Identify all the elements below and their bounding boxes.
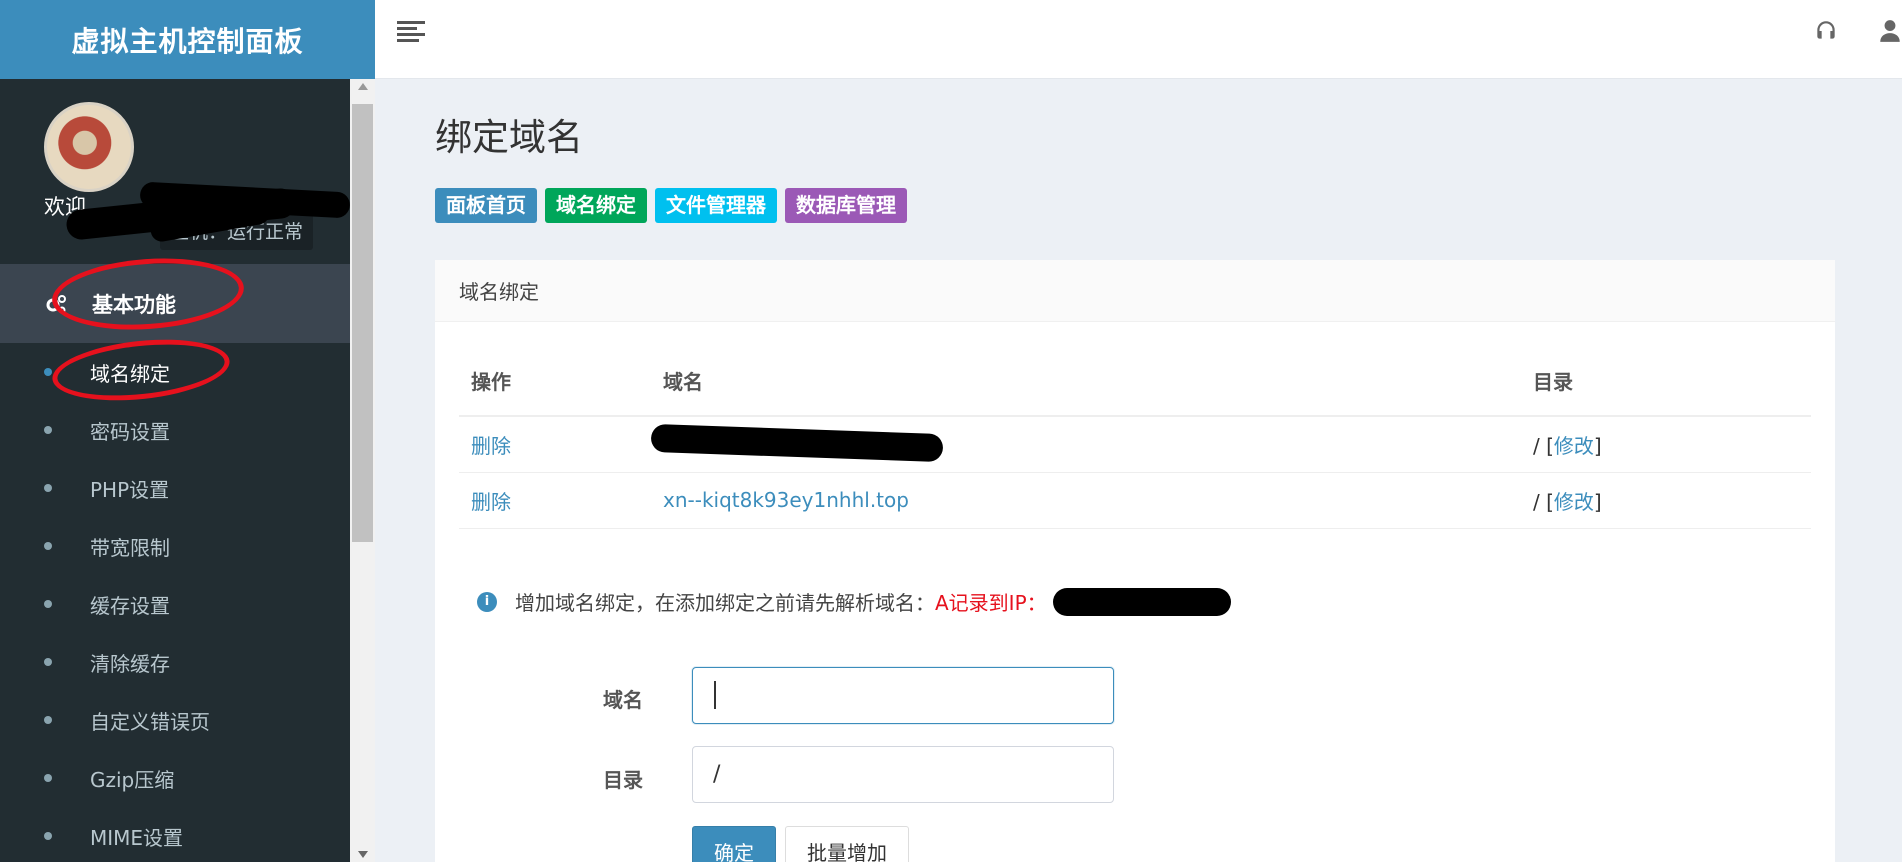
table-row: 删除 xn--kiqt8k93ey1nhhl.top / [修改] xyxy=(459,472,1811,529)
directory-value: / xyxy=(1533,433,1540,458)
page-title: 绑定域名 xyxy=(435,116,583,159)
sidebar-item-gzip[interactable]: Gzip压缩 xyxy=(0,749,350,807)
main-content: 绑定域名 面板首页 域名绑定 文件管理器 数据库管理 域名绑定 操作 域名 目录… xyxy=(375,79,1902,862)
sidebar-item-label: 带宽限制 xyxy=(90,535,170,560)
directory-input-value: / xyxy=(713,762,721,787)
bullet-icon xyxy=(44,716,52,724)
user-panel: 欢迎 主机：运行正常 xyxy=(0,79,350,264)
info-text: 增加域名绑定，在添加绑定之前请先解析域名： xyxy=(515,591,935,615)
headset-icon[interactable] xyxy=(1813,18,1839,44)
bullet-icon xyxy=(44,542,52,550)
sidebar-item-bandwidth[interactable]: 带宽限制 xyxy=(0,517,350,575)
user-icon[interactable] xyxy=(1877,18,1902,44)
redaction-mark xyxy=(650,423,944,463)
menu-toggle-icon[interactable] xyxy=(397,18,425,46)
sidebar-item-label: MIME设置 xyxy=(90,825,184,850)
directory-input[interactable]: / xyxy=(692,746,1114,803)
bullet-icon xyxy=(44,774,52,782)
scroll-thumb[interactable] xyxy=(352,104,373,542)
sidebar-item-label: PHP设置 xyxy=(90,477,170,502)
delete-link[interactable]: 删除 xyxy=(471,434,511,458)
sidebar-item-label: 缓存设置 xyxy=(90,593,170,618)
submit-button[interactable]: 确定 xyxy=(692,826,776,862)
domain-input[interactable] xyxy=(692,667,1114,724)
box-title: 域名绑定 xyxy=(435,260,1835,322)
bullet-icon xyxy=(44,368,52,376)
domain-link[interactable]: xn--kiqt8k93ey1nhhl.top xyxy=(663,488,909,512)
sidebar-item-label: 密码设置 xyxy=(90,419,170,444)
sidebar-item-php[interactable]: PHP设置 xyxy=(0,459,350,517)
sidebar-item-label: Gzip压缩 xyxy=(90,767,175,792)
quick-link-domain-binding[interactable]: 域名绑定 xyxy=(545,188,647,223)
sidebar-item-error-page[interactable]: 自定义错误页 xyxy=(0,691,350,749)
sidebar-menu: 域名绑定 密码设置 PHP设置 带宽限制 缓存设置 清除缓存 自定义错误页 Gz… xyxy=(0,343,350,862)
sidebar-item-mime[interactable]: MIME设置 xyxy=(0,807,350,862)
info-highlight: A记录到IP： xyxy=(935,591,1047,615)
bullet-icon xyxy=(44,426,52,434)
bullet-icon xyxy=(44,600,52,608)
scroll-up-icon[interactable] xyxy=(358,83,368,90)
modify-link[interactable]: 修改 xyxy=(1554,490,1594,514)
quick-links: 面板首页 域名绑定 文件管理器 数据库管理 xyxy=(435,188,907,223)
sidebar-item-label: 清除缓存 xyxy=(90,651,170,676)
bullet-icon xyxy=(44,484,52,492)
scroll-down-icon[interactable] xyxy=(358,851,368,858)
avatar xyxy=(44,102,134,192)
sidebar-item-label: 自定义错误页 xyxy=(90,709,210,734)
directory-label: 目录 xyxy=(603,768,643,792)
sidebar: 欢迎 主机：运行正常 基本功能 域名绑定 密码设置 PHP设置 带宽限制 缓存设… xyxy=(0,79,350,862)
quick-link-file-manager[interactable]: 文件管理器 xyxy=(655,188,777,223)
top-navbar xyxy=(375,0,1902,79)
column-header-directory: 目录 xyxy=(1521,346,1811,417)
sidebar-item-clear-cache[interactable]: 清除缓存 xyxy=(0,633,350,691)
domain-table: 操作 域名 目录 删除 / [修改] 删除 xn--kiqt8k93ey1nhh… xyxy=(459,346,1811,529)
delete-link[interactable]: 删除 xyxy=(471,490,511,514)
info-icon: i xyxy=(477,591,497,612)
table-row: 删除 / [修改] xyxy=(459,416,1811,473)
sidebar-scrollbar[interactable] xyxy=(350,79,375,862)
modify-link[interactable]: 修改 xyxy=(1554,434,1594,458)
table-header-row: 操作 域名 目录 xyxy=(459,346,1811,417)
app-brand: 虚拟主机控制面板 xyxy=(0,0,375,79)
sidebar-item-cache[interactable]: 缓存设置 xyxy=(0,575,350,633)
redaction-mark xyxy=(1052,587,1231,616)
bullet-icon xyxy=(44,658,52,666)
quick-link-dashboard[interactable]: 面板首页 xyxy=(435,188,537,223)
sidebar-item-password[interactable]: 密码设置 xyxy=(0,401,350,459)
batch-add-button[interactable]: 批量增加 xyxy=(785,826,909,862)
directory-value: / xyxy=(1533,489,1540,514)
bullet-icon xyxy=(44,832,52,840)
column-header-action: 操作 xyxy=(459,346,651,417)
domain-binding-box: 域名绑定 操作 域名 目录 删除 / [修改] 删除 xn--kiqt8k93e… xyxy=(435,260,1835,862)
text-caret xyxy=(714,681,716,709)
column-header-domain: 域名 xyxy=(651,346,1521,417)
domain-label: 域名 xyxy=(603,688,643,712)
quick-link-database[interactable]: 数据库管理 xyxy=(785,188,907,223)
info-message: i 增加域名绑定，在添加绑定之前请先解析域名： A记录到IP： xyxy=(477,587,1231,616)
